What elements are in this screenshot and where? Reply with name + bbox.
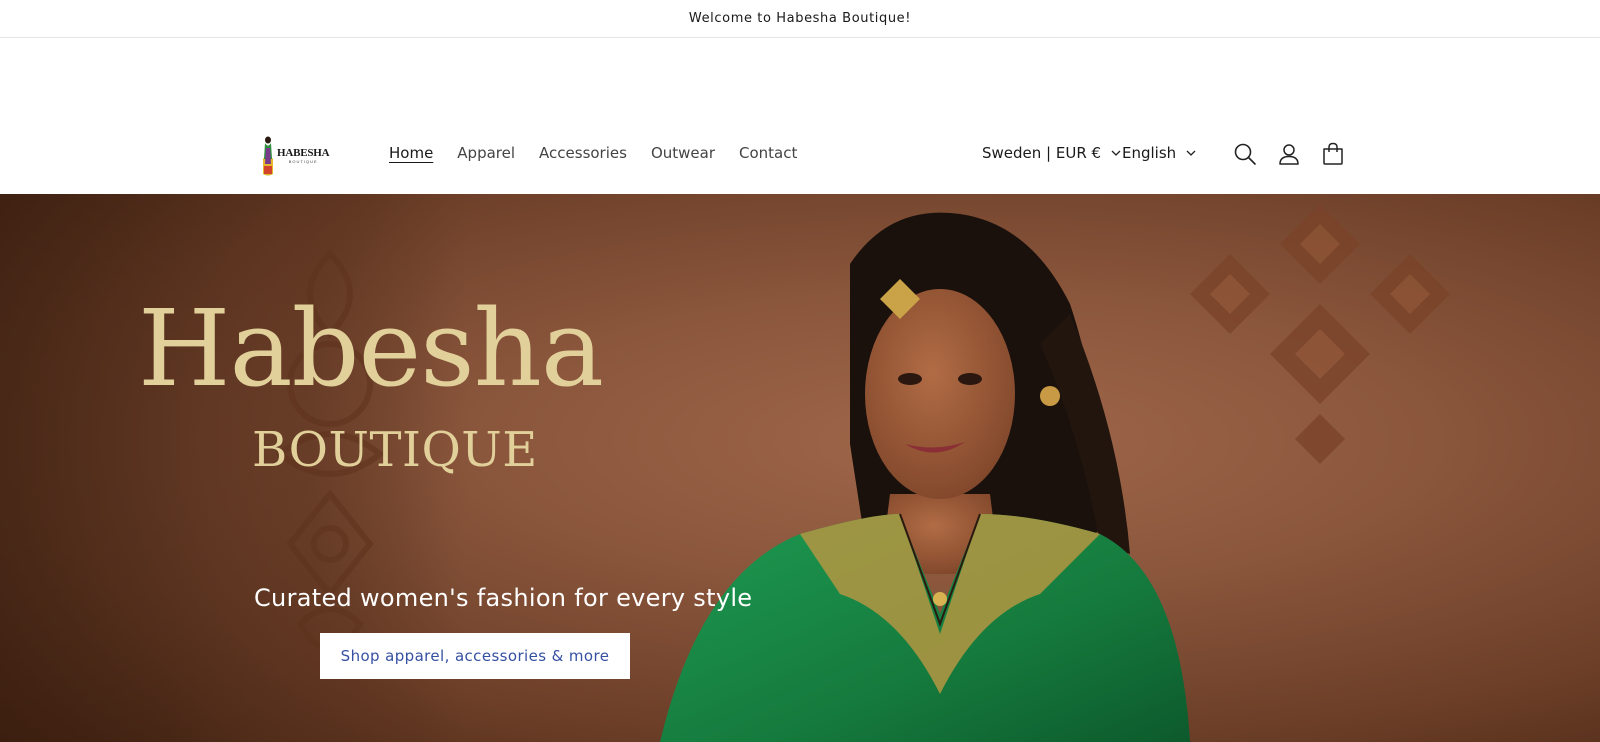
logo-wordmark: HABESHA bbox=[277, 147, 330, 159]
nav-contact[interactable]: Contact bbox=[739, 144, 797, 162]
country-selector[interactable]: Sweden | EUR € bbox=[982, 144, 1121, 162]
account-icon[interactable] bbox=[1276, 141, 1302, 167]
nav-apparel[interactable]: Apparel bbox=[457, 144, 515, 162]
announcement-bar: Welcome to Habesha Boutique! bbox=[0, 0, 1600, 38]
language-selector[interactable]: English bbox=[1122, 144, 1196, 162]
hero-tagline: Curated women's fashion for every style bbox=[254, 584, 753, 612]
chevron-down-icon bbox=[1186, 150, 1196, 156]
hero-banner: Habesha BOUTIQUE Curated women's fashion… bbox=[0, 194, 1600, 742]
logo[interactable]: HABESHA BOUTIQUE bbox=[260, 133, 336, 179]
country-selector-label: Sweden | EUR € bbox=[982, 144, 1102, 162]
logo-subtitle: BOUTIQUE bbox=[288, 159, 318, 164]
cart-icon[interactable] bbox=[1320, 141, 1346, 167]
hero-subtitle: BOUTIQUE bbox=[252, 422, 538, 478]
site-header: HABESHA BOUTIQUE Home Apparel Accessorie… bbox=[0, 38, 1600, 194]
announcement-text: Welcome to Habesha Boutique! bbox=[688, 11, 912, 26]
nav-outwear[interactable]: Outwear bbox=[651, 144, 715, 162]
model-photo bbox=[660, 212, 1190, 742]
shop-now-button[interactable]: Shop apparel, accessories & more bbox=[320, 633, 630, 679]
nav-home[interactable]: Home bbox=[389, 144, 433, 162]
language-selector-label: English bbox=[1122, 144, 1177, 162]
search-icon[interactable] bbox=[1232, 141, 1258, 167]
main-nav: Home Apparel Accessories Outwear Contact bbox=[389, 144, 797, 162]
chevron-down-icon bbox=[1111, 150, 1121, 156]
habesha-woman-logo-icon bbox=[263, 136, 273, 176]
hero-title: Habesha bbox=[138, 287, 604, 410]
nav-accessories[interactable]: Accessories bbox=[539, 144, 627, 162]
